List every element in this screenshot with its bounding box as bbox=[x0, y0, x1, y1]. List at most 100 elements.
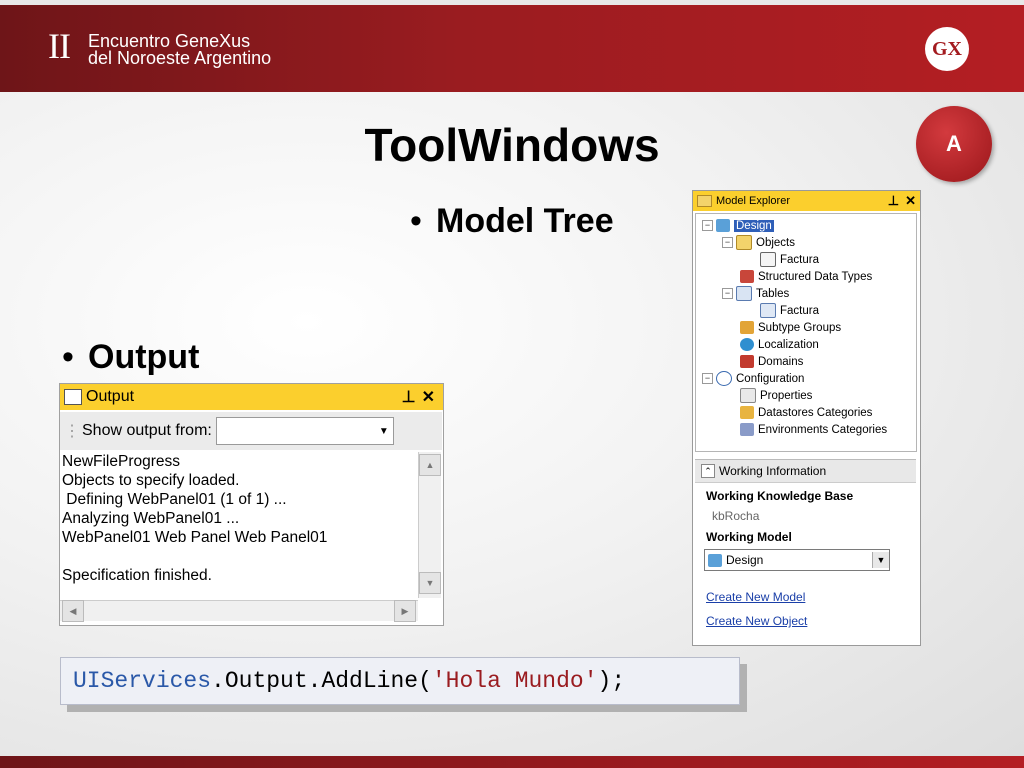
tree-item-subtype-groups[interactable]: Subtype Groups bbox=[740, 319, 841, 336]
tree-item-label: Objects bbox=[756, 236, 795, 249]
create-new-object-link[interactable]: Create New Object bbox=[706, 614, 807, 628]
working-information-title: Working Information bbox=[719, 464, 827, 478]
bullet-output-label: Output bbox=[88, 338, 200, 376]
bullet-output: • Output bbox=[62, 338, 199, 377]
output-line: NewFileProgress bbox=[62, 453, 181, 470]
close-icon[interactable]: ✕ bbox=[905, 193, 916, 209]
tree-item-datastores-categories[interactable]: Datastores Categories bbox=[740, 404, 872, 421]
tree-item-label: Structured Data Types bbox=[758, 270, 873, 283]
header-top-line bbox=[0, 0, 1024, 5]
working-model-value: Design bbox=[726, 553, 764, 567]
event-name: Encuentro GeneXus del Noroeste Argentino bbox=[88, 32, 272, 68]
design-icon bbox=[716, 219, 730, 232]
tree-item-label: Tables bbox=[756, 287, 790, 300]
tree-item-factura-table[interactable]: Factura bbox=[760, 302, 819, 319]
output-line: Objects to specify loaded. bbox=[62, 472, 240, 489]
tree-item-label: Configuration bbox=[736, 372, 805, 385]
domains-icon bbox=[740, 355, 754, 368]
tree-item-properties[interactable]: Properties bbox=[740, 387, 812, 404]
tree-item-label: Factura bbox=[780, 253, 819, 266]
environments-icon bbox=[740, 423, 754, 436]
tree-item-configuration[interactable]: − Configuration bbox=[702, 370, 804, 387]
output-window: Output ⊥ ✕ ⋮ Show output from: ▼ NewFile… bbox=[59, 383, 444, 626]
code-closing: ); bbox=[597, 668, 626, 694]
working-information-panel: ⌃ Working Information Working Knowledge … bbox=[695, 459, 916, 643]
tree-item-label: Localization bbox=[758, 338, 819, 351]
info-icon bbox=[716, 371, 732, 386]
design-icon bbox=[708, 553, 722, 567]
bullet-mark: • bbox=[410, 202, 422, 240]
tree-item-objects[interactable]: − Objects bbox=[722, 234, 795, 251]
toolbar-grip-icon: ⋮ bbox=[64, 423, 80, 440]
table-icon bbox=[760, 303, 776, 318]
slide-title: ToolWindows bbox=[364, 119, 660, 171]
output-line: WebPanel01 Web Panel Web Panel01 bbox=[62, 529, 328, 546]
tree-item-label: Environments Categories bbox=[758, 423, 888, 436]
tree-item-structured-data-types[interactable]: Structured Data Types bbox=[740, 268, 872, 285]
show-output-from-label: Show output from: bbox=[82, 422, 212, 439]
output-line: Analyzing WebPanel01 ... bbox=[62, 510, 240, 527]
chevron-down-icon[interactable]: ▼ bbox=[375, 426, 393, 437]
working-kb-label: Working Knowledge Base bbox=[706, 489, 854, 503]
collapse-up-icon[interactable]: ⌃ bbox=[701, 464, 715, 478]
working-model-label: Working Model bbox=[706, 530, 792, 544]
header-band: II Encuentro GeneXus del Noroeste Argent… bbox=[0, 0, 1024, 92]
tree-item-label: Datastores Categories bbox=[758, 406, 873, 419]
close-icon[interactable]: ✕ bbox=[422, 387, 435, 407]
collapse-icon[interactable]: − bbox=[702, 373, 713, 384]
model-explorer-title: Model Explorer bbox=[716, 195, 790, 207]
tree-item-factura-object[interactable]: Factura bbox=[760, 251, 819, 268]
section-badge: A bbox=[916, 106, 992, 182]
tree-item-label: Design bbox=[734, 219, 774, 232]
pin-icon[interactable]: ⊥ bbox=[402, 387, 416, 407]
code-class-name: UIServices bbox=[73, 668, 212, 694]
scroll-right-icon[interactable]: ▶ bbox=[394, 600, 416, 622]
globe-icon bbox=[740, 338, 754, 351]
tables-icon bbox=[736, 286, 752, 301]
bullet-mark: • bbox=[62, 338, 74, 376]
tree-item-tables[interactable]: − Tables bbox=[722, 285, 789, 302]
output-text-area[interactable]: NewFileProgress Objects to specify loaded… bbox=[60, 452, 420, 600]
tree-item-label: Properties bbox=[760, 389, 813, 402]
model-explorer-titlebar: Model Explorer ⊥ ✕ bbox=[693, 191, 920, 211]
bullet-model-tree: • Model Tree bbox=[410, 202, 614, 241]
code-method-call: .Output.AddLine( bbox=[211, 668, 432, 694]
working-kb-value: kbRocha bbox=[712, 509, 760, 523]
output-titlebar: Output ⊥ ✕ bbox=[60, 384, 443, 410]
footer-band bbox=[0, 756, 1024, 768]
collapse-icon[interactable]: − bbox=[722, 237, 733, 248]
event-name-line2: del Noroeste Argentino bbox=[88, 48, 272, 68]
show-output-from-select[interactable]: ▼ bbox=[215, 417, 394, 445]
output-window-icon bbox=[64, 389, 82, 405]
code-string-literal: 'Hola Mundo' bbox=[431, 668, 598, 694]
tree-item-localization[interactable]: Localization bbox=[740, 336, 819, 353]
chevron-down-icon[interactable]: ▼ bbox=[872, 552, 889, 568]
model-tree: − Design − Objects Factura Structured Da… bbox=[695, 213, 917, 452]
working-model-select[interactable]: Design ▼ bbox=[704, 549, 890, 571]
genexus-logo: GX bbox=[925, 27, 969, 71]
scroll-down-icon[interactable]: ▼ bbox=[419, 572, 441, 594]
tree-item-environments-categories[interactable]: Environments Categories bbox=[740, 421, 887, 438]
output-toolbar: ⋮ Show output from: ▼ bbox=[60, 412, 442, 450]
pin-icon[interactable]: ⊥ bbox=[888, 193, 899, 209]
scroll-up-icon[interactable]: ▲ bbox=[419, 454, 441, 476]
working-information-header[interactable]: ⌃ Working Information bbox=[695, 459, 916, 483]
tree-item-label: Domains bbox=[758, 355, 804, 368]
collapse-icon[interactable]: − bbox=[722, 288, 733, 299]
properties-icon bbox=[740, 388, 756, 403]
datastores-icon bbox=[740, 406, 754, 419]
tree-item-design[interactable]: − Design bbox=[702, 217, 774, 234]
folder-icon bbox=[736, 235, 752, 250]
collapse-icon[interactable]: − bbox=[702, 220, 713, 231]
scroll-left-icon[interactable]: ◀ bbox=[62, 600, 84, 622]
output-line: Specification finished. bbox=[62, 567, 212, 584]
horizontal-scrollbar[interactable]: ◀ ▶ bbox=[60, 600, 418, 622]
tree-item-domains[interactable]: Domains bbox=[740, 353, 803, 370]
output-title: Output bbox=[86, 388, 135, 405]
vertical-scrollbar[interactable]: ▲ ▼ bbox=[418, 452, 441, 598]
model-explorer-window: Model Explorer ⊥ ✕ − Design − Objects Fa… bbox=[692, 190, 921, 646]
folder-icon bbox=[697, 195, 712, 207]
output-line: Defining WebPanel01 (1 of 1) ... bbox=[62, 491, 287, 508]
create-new-model-link[interactable]: Create New Model bbox=[706, 590, 805, 604]
